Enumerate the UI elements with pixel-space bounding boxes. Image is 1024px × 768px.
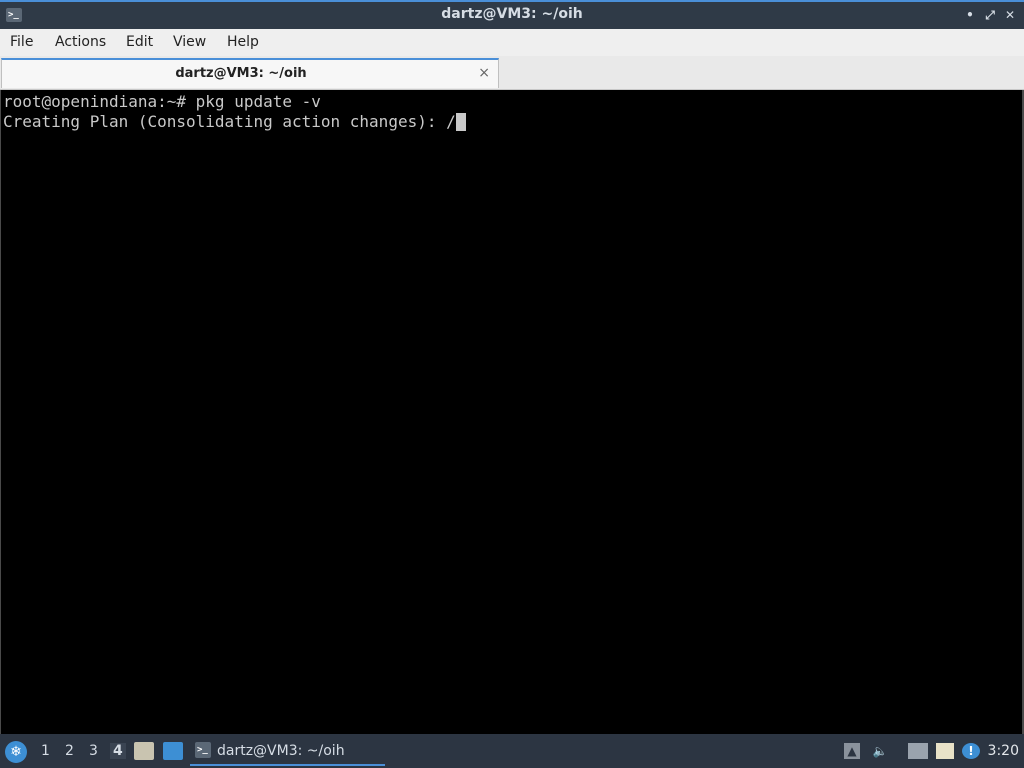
window-title: dartz@VM3: ~/oih — [441, 6, 583, 22]
terminal-line: root@openindiana:~# pkg update -v — [3, 92, 321, 111]
taskbar-task-terminal[interactable]: >_ dartz@VM3: ~/oih — [190, 739, 385, 766]
tab-label: dartz@VM3: ~/oih — [175, 66, 307, 81]
menu-actions[interactable]: Actions — [55, 34, 106, 50]
minimize-button[interactable]: • — [962, 7, 978, 23]
task-label: dartz@VM3: ~/oih — [217, 743, 345, 759]
workspace-1[interactable]: 1 — [41, 743, 50, 759]
volume-icon[interactable]: 🔈 — [872, 743, 888, 759]
terminal-icon: >_ — [195, 742, 211, 758]
menu-view[interactable]: View — [173, 34, 206, 50]
menu-file[interactable]: File — [10, 34, 33, 50]
network-icon[interactable] — [908, 743, 928, 759]
terminal-cursor — [455, 113, 466, 131]
window-titlebar[interactable]: >_ dartz@VM3: ~/oih • ⤢ ✕ — [0, 0, 1024, 29]
notification-icon[interactable]: ! — [962, 743, 980, 759]
workspace-3[interactable]: 3 — [89, 743, 98, 759]
start-menu-button[interactable]: ❄ — [5, 741, 27, 763]
tab-bar: dartz@VM3: ~/oih × — [0, 56, 1024, 90]
file-manager-icon[interactable] — [134, 742, 154, 760]
workspace-2[interactable]: 2 — [65, 743, 74, 759]
taskbar: ❄ 1 2 3 4 >_ dartz@VM3: ~/oih ▲ 🔈 ! 3:20 — [0, 734, 1024, 768]
menu-help[interactable]: Help — [227, 34, 259, 50]
menu-edit[interactable]: Edit — [126, 34, 153, 50]
maximize-button[interactable]: ⤢ — [982, 7, 998, 23]
terminal-line: Creating Plan (Consolidating action chan… — [3, 112, 466, 131]
tab-terminal[interactable]: dartz@VM3: ~/oih × — [1, 58, 499, 88]
show-desktop-icon[interactable] — [163, 742, 183, 760]
clock[interactable]: 3:20 — [988, 743, 1019, 759]
tab-close-icon[interactable]: × — [478, 65, 490, 81]
close-button[interactable]: ✕ — [1002, 7, 1018, 23]
workspace-4[interactable]: 4 — [110, 743, 126, 759]
terminal-output[interactable]: root@openindiana:~# pkg update -v Creati… — [0, 90, 1024, 734]
upload-icon[interactable]: ▲ — [844, 743, 860, 759]
menu-bar: File Actions Edit View Help — [0, 29, 1024, 56]
clipboard-icon[interactable] — [936, 743, 954, 759]
terminal-line-text: Creating Plan (Consolidating action chan… — [3, 112, 456, 131]
